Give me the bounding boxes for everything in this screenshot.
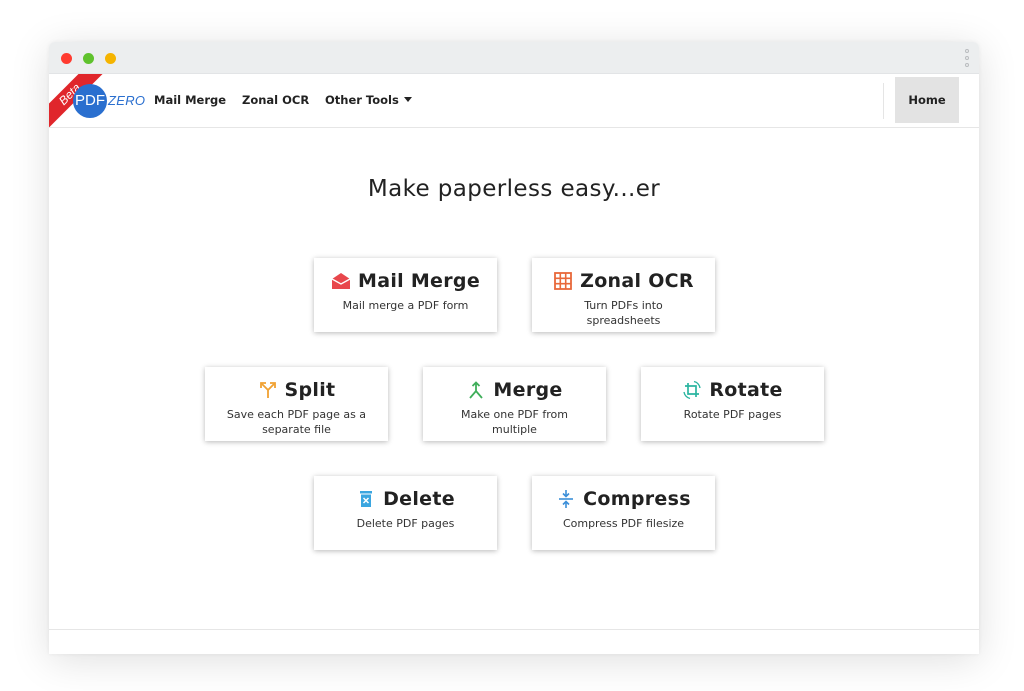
maximize-window-dot[interactable] bbox=[83, 53, 94, 64]
trash-icon bbox=[356, 489, 376, 509]
close-window-dot[interactable] bbox=[61, 53, 72, 64]
logo-text: ZERO bbox=[108, 93, 146, 108]
tool-card-split[interactable]: Split Save each PDF page as a separate f… bbox=[205, 367, 388, 441]
tool-card-zonal-ocr[interactable]: Zonal OCR Turn PDFs into spreadsheets bbox=[532, 258, 715, 332]
logo-mark: PDF bbox=[73, 84, 107, 118]
tool-description: Save each PDF page as a separate file bbox=[226, 408, 367, 436]
top-navbar: Beta PDF ZERO Mail Merge Zonal OCR Other… bbox=[49, 74, 979, 128]
merge-arrows-icon bbox=[466, 380, 486, 400]
page-headline: Make paperless easy...er bbox=[367, 176, 661, 202]
nav-zonal-ocr[interactable]: Zonal OCR bbox=[242, 93, 309, 107]
tool-description: Make one PDF from multiple bbox=[461, 408, 568, 436]
nav-divider bbox=[883, 83, 884, 119]
rotate-crop-icon bbox=[682, 380, 702, 400]
tool-description: Rotate PDF pages bbox=[683, 408, 782, 421]
tool-card-merge[interactable]: Merge Make one PDF from multiple bbox=[423, 367, 606, 441]
tool-title: Split bbox=[284, 379, 336, 401]
browser-menu-icon[interactable] bbox=[965, 49, 969, 67]
tool-description: Turn PDFs into spreadsheets bbox=[584, 299, 663, 327]
home-button[interactable]: Home bbox=[895, 77, 959, 123]
tool-title: Delete bbox=[383, 488, 455, 510]
tool-title: Zonal OCR bbox=[580, 270, 694, 292]
browser-titlebar bbox=[49, 42, 979, 74]
split-arrows-icon bbox=[258, 380, 278, 400]
tool-description: Delete PDF pages bbox=[356, 517, 455, 530]
tool-title: Merge bbox=[493, 379, 563, 401]
tool-title: Compress bbox=[583, 488, 691, 510]
nav-other-tools[interactable]: Other Tools bbox=[325, 93, 412, 107]
footer-divider bbox=[49, 629, 979, 630]
tool-description: Mail merge a PDF form bbox=[342, 299, 469, 312]
table-grid-icon bbox=[553, 271, 573, 291]
tool-card-mail-merge[interactable]: Mail Merge Mail merge a PDF form bbox=[314, 258, 497, 332]
caret-down-icon bbox=[403, 97, 412, 102]
envelope-open-icon bbox=[331, 271, 351, 291]
tool-title: Rotate bbox=[709, 379, 783, 401]
nav-mail-merge[interactable]: Mail Merge bbox=[154, 93, 226, 107]
tool-card-delete[interactable]: Delete Delete PDF pages bbox=[314, 476, 497, 550]
nav-other-tools-label: Other Tools bbox=[325, 93, 399, 107]
tool-card-rotate[interactable]: Rotate Rotate PDF pages bbox=[641, 367, 824, 441]
minimize-window-dot[interactable] bbox=[105, 53, 116, 64]
tool-description: Compress PDF filesize bbox=[562, 517, 685, 530]
tool-title: Mail Merge bbox=[357, 270, 481, 292]
compress-vertical-icon bbox=[556, 489, 576, 509]
brand-logo[interactable]: Beta PDF ZERO bbox=[49, 74, 159, 127]
browser-window: Beta PDF ZERO Mail Merge Zonal OCR Other… bbox=[49, 42, 979, 654]
tool-card-compress[interactable]: Compress Compress PDF filesize bbox=[532, 476, 715, 550]
